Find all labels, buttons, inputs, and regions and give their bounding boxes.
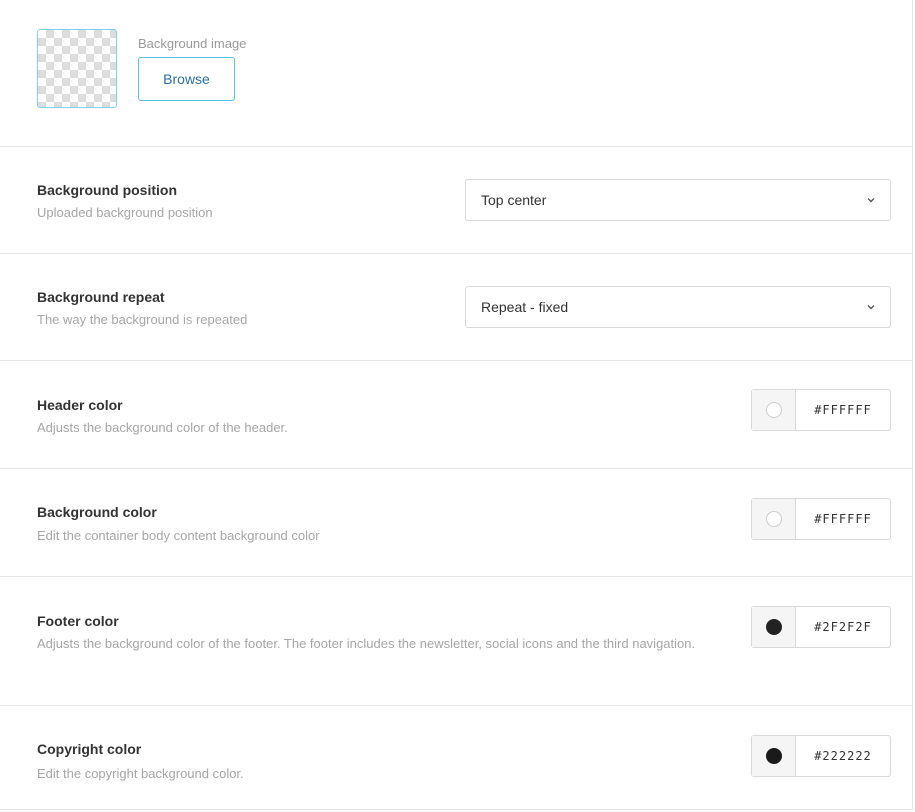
color-hex-input[interactable]: #FFFFFF [796, 390, 890, 430]
setting-title: Header color [37, 397, 123, 413]
setting-description: Adjusts the background color of the head… [37, 420, 288, 435]
setting-title: Background position [37, 182, 177, 198]
setting-title: Background repeat [37, 289, 165, 305]
color-swatch [765, 748, 782, 764]
background-image-label: Background image [138, 36, 247, 51]
color-swatch-button[interactable] [752, 736, 796, 776]
setting-title: Footer color [37, 613, 119, 629]
setting-description: Edit the copyright background color. [37, 766, 244, 781]
setting-row-background-position: Background position Uploaded background … [0, 147, 913, 254]
chevron-down-icon [867, 305, 875, 310]
setting-row-background-color: Background color Edit the container body… [0, 469, 913, 577]
background-color-picker: #FFFFFF [751, 498, 891, 540]
color-swatch-button[interactable] [752, 499, 796, 539]
footer-color-picker: #2F2F2F [751, 606, 891, 648]
color-hex-input[interactable]: #FFFFFF [796, 499, 890, 539]
color-swatch-button[interactable] [752, 607, 796, 647]
color-swatch-button[interactable] [752, 390, 796, 430]
color-swatch [765, 511, 782, 527]
color-swatch [765, 619, 782, 635]
setting-title: Copyright color [37, 741, 142, 757]
select-value: Repeat - fixed [481, 299, 569, 315]
setting-row-background-repeat: Background repeat The way the background… [0, 254, 913, 361]
setting-description: Adjusts the background color of the foot… [37, 636, 696, 651]
color-hex-input[interactable]: #2F2F2F [796, 607, 890, 647]
color-swatch [765, 402, 782, 418]
settings-panel: Background image Browse Background posit… [0, 0, 913, 810]
header-color-picker: #FFFFFF [751, 389, 891, 431]
copyright-color-picker: #222222 [751, 735, 891, 777]
setting-title: Background color [37, 504, 157, 520]
setting-description: Edit the container body content backgrou… [37, 528, 320, 543]
background-image-row: Background image Browse [0, 0, 913, 147]
select-value: Top center [481, 192, 547, 208]
browse-button[interactable]: Browse [138, 57, 235, 101]
background-image-thumbnail[interactable] [37, 29, 117, 108]
background-position-select[interactable]: Top center [465, 179, 891, 221]
chevron-down-icon [867, 198, 875, 203]
background-repeat-select[interactable]: Repeat - fixed [465, 286, 891, 328]
setting-row-header-color: Header color Adjusts the background colo… [0, 361, 913, 469]
color-hex-input[interactable]: #222222 [796, 736, 890, 776]
setting-row-footer-color: Footer color Adjusts the background colo… [0, 577, 913, 706]
setting-row-copyright-color: Copyright color Edit the copyright backg… [0, 706, 913, 810]
